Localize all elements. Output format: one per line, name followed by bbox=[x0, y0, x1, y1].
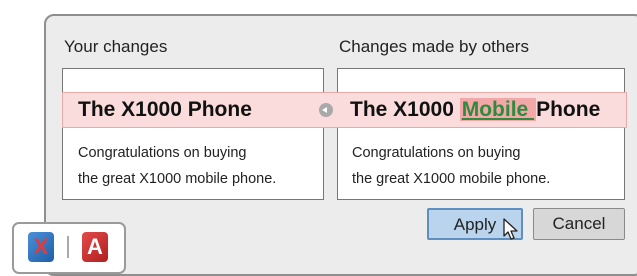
changed-word-highlight: Mobile bbox=[459, 98, 537, 121]
others-body-line-1: Congratulations on buying bbox=[352, 145, 521, 161]
arrow-left-circle-icon[interactable] bbox=[319, 103, 333, 117]
your-changes-label: Your changes bbox=[64, 37, 168, 56]
app-a-glyph: A bbox=[87, 234, 103, 259]
app-x-glyph: X bbox=[33, 234, 49, 259]
others-title: The X1000 Mobile Phone bbox=[350, 98, 600, 122]
others-changes-label: Changes made by others bbox=[339, 37, 529, 56]
your-body-line-2: the great X1000 mobile phone. bbox=[78, 171, 277, 187]
others-title-after: Phone bbox=[536, 98, 601, 121]
icon-divider bbox=[67, 236, 69, 258]
your-body-line-1: Congratulations on buying bbox=[78, 145, 247, 161]
app-x-icon[interactable]: X bbox=[28, 232, 54, 262]
your-title: The X1000 Phone bbox=[78, 98, 252, 121]
cancel-button[interactable]: Cancel bbox=[533, 208, 625, 240]
others-body-line-2: the great X1000 mobile phone. bbox=[352, 171, 551, 187]
app-a-icon[interactable]: A bbox=[82, 232, 108, 262]
others-title-before: The X1000 bbox=[350, 98, 460, 121]
mouse-pointer-icon bbox=[503, 218, 518, 240]
